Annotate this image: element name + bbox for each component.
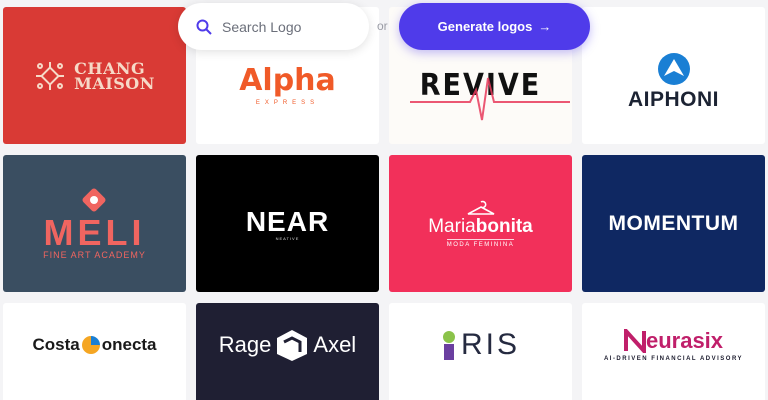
maria-text: Maria	[428, 215, 476, 237]
logo-card-costaconecta[interactable]: Costa onecta	[3, 303, 186, 400]
logo-card-meli[interactable]: MELI FINE ART ACADEMY	[3, 155, 186, 292]
momentum-text: MOMENTUM	[608, 211, 739, 235]
c-circle-icon	[81, 336, 100, 354]
mariabonita-sub-text: MODA FEMININA	[446, 238, 515, 248]
logo-card-neurasix[interactable]: eurasix AI-DRIVEN FINANCIAL ADVISORY	[582, 303, 765, 400]
logo-grid: CHANG MAISON Alpha EXPRESS REVIVE AIPHON…	[0, 0, 768, 400]
i-dot-icon	[442, 331, 455, 360]
rageaxel-logo: Rage Axel	[219, 328, 356, 362]
logo-card-momentum[interactable]: MOMENTUM	[582, 155, 765, 292]
search-bar[interactable]	[178, 3, 369, 50]
near-text: NEAR	[245, 206, 330, 237]
n-letter-icon	[623, 329, 646, 353]
logo-card-mariabonita[interactable]: Mariabonita MODA FEMININA	[389, 155, 572, 292]
onecta-text: onecta	[101, 335, 157, 354]
heartbeat-icon	[409, 77, 570, 121]
meli-sub-text: FINE ART ACADEMY	[43, 249, 146, 260]
or-separator: or	[377, 19, 388, 33]
axel-text: Axel	[313, 332, 357, 357]
generate-logos-label: Generate logos	[437, 19, 533, 34]
neurasix-logo: eurasix	[623, 328, 724, 354]
meli-text: MELI	[43, 211, 146, 253]
rage-text: Rage	[218, 332, 272, 357]
alpha-text: Alpha	[239, 63, 336, 98]
bonita-text: bonita	[475, 215, 533, 237]
ris-text: RIS	[460, 328, 520, 361]
logo-card-chang-maison[interactable]: CHANG MAISON	[3, 7, 186, 144]
chang-maison-logo: CHANG MAISON	[34, 60, 155, 92]
ornament-icon	[36, 61, 65, 90]
ris-logo: RIS	[441, 328, 520, 362]
search-input[interactable]	[222, 18, 352, 35]
cube-icon	[277, 330, 308, 361]
mariabonita-text: Mariabonita	[428, 216, 533, 238]
alpha-sub-text: EXPRESS	[255, 100, 320, 106]
hanger-icon	[467, 200, 494, 215]
generate-logos-button[interactable]: Generate logos →	[399, 3, 590, 50]
search-icon	[196, 19, 212, 35]
near-sub-text: NEATIVE	[275, 236, 300, 241]
neurasix-text: eurasix	[645, 328, 724, 353]
logo-card-ris[interactable]: RIS	[389, 303, 572, 400]
neurasix-sub-text: AI-DRIVEN FINANCIAL ADVISORY	[603, 356, 744, 362]
logo-card-near[interactable]: NEAR NEATIVE	[196, 155, 379, 292]
logo-card-aiphoni[interactable]: AIPHONI	[582, 7, 765, 144]
logo-card-rageaxel[interactable]: Rage Axel	[196, 303, 379, 400]
aiphoni-text: AIPHONI	[627, 87, 719, 111]
arrow-right-icon: →	[538, 19, 552, 34]
arrow-up-circle-icon	[657, 52, 690, 85]
costa-text: Costa	[32, 335, 80, 354]
maison-text: MAISON	[74, 73, 155, 93]
costaconecta-logo: Costa onecta	[32, 335, 157, 355]
